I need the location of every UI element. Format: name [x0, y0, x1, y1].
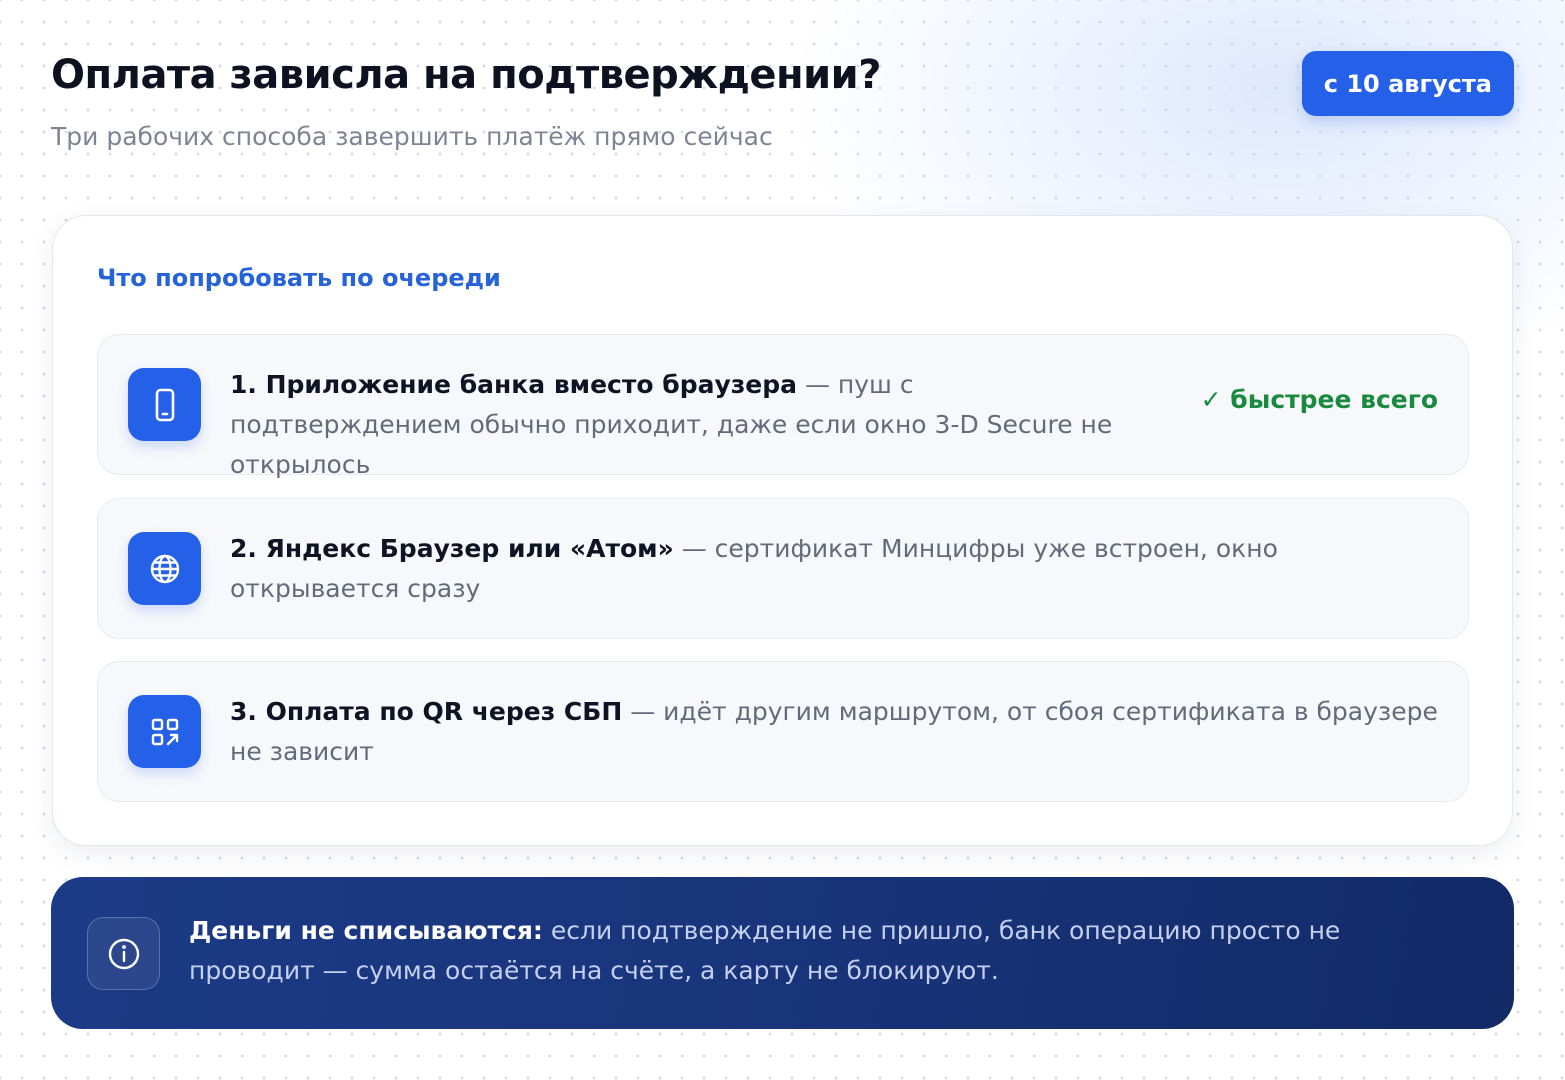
info-text: Деньги не списываются: если подтверждени…: [189, 911, 1429, 991]
header: Оплата зависла на подтверждении? Три раб…: [51, 50, 1514, 160]
smartphone-icon: [128, 368, 201, 441]
info-banner: Деньги не списываются: если подтверждени…: [51, 877, 1514, 1029]
page-title: Оплата зависла на подтверждении?: [51, 52, 881, 98]
step-item-bank-app: 1. Приложение банка вместо браузера — пу…: [97, 334, 1469, 479]
card-heading: Что попробовать по очереди: [97, 264, 501, 292]
step-text: 2. Яндекс Браузер или «Атом» — сертифика…: [230, 529, 1445, 609]
step-text: 1. Приложение банка вместо браузера — пу…: [230, 365, 1150, 485]
qr-code-icon: [128, 695, 201, 768]
page-subtitle: Три рабочих способа завершить платёж пря…: [51, 122, 773, 151]
info-icon: [87, 917, 160, 990]
info-strong: Деньги не списываются:: [189, 916, 543, 945]
date-badge: с 10 августа: [1301, 51, 1514, 116]
step-title: 2. Яндекс Браузер или «Атом»: [230, 534, 674, 563]
step-title: 1. Приложение банка вместо браузера: [230, 370, 798, 399]
step-item-browser: 2. Яндекс Браузер или «Атом» — сертифика…: [97, 498, 1469, 639]
step-item-qr-sbp: 3. Оплата по QR через СБП — идёт другим …: [97, 661, 1469, 802]
step-title: 3. Оплата по QR через СБП: [230, 697, 623, 726]
globe-icon: [128, 532, 201, 605]
step-text: 3. Оплата по QR через СБП — идёт другим …: [230, 692, 1445, 772]
steps-card: Что попробовать по очереди 1. Приложение…: [52, 215, 1513, 846]
fastest-badge: ✓ быстрее всего: [1200, 385, 1438, 414]
